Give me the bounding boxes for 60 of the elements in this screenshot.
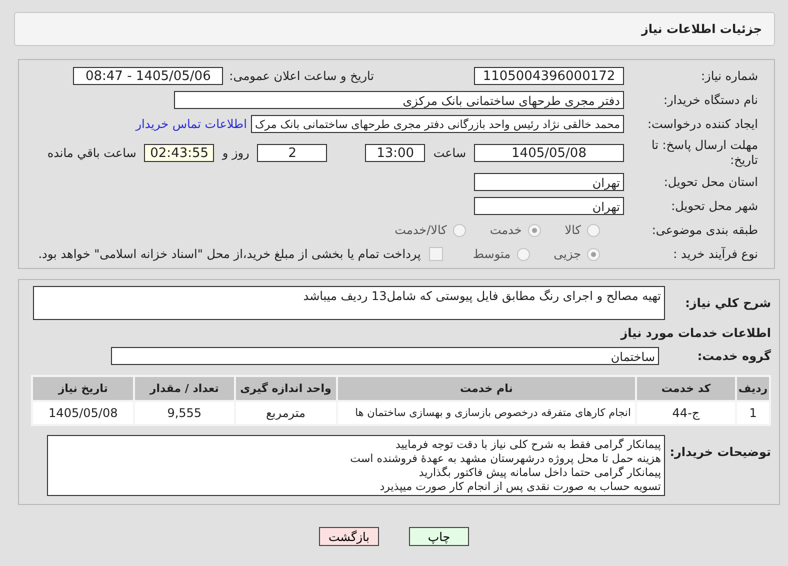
province-field: تهران xyxy=(474,173,624,191)
option-label: کالا xyxy=(564,223,581,237)
back-button[interactable]: بازگشت xyxy=(319,527,379,546)
column-header: تعداد / مقدار xyxy=(134,376,234,401)
radio-button[interactable] xyxy=(516,248,530,260)
time-label: ساعت xyxy=(433,146,466,160)
table-cell: 9,555 xyxy=(134,401,234,425)
description-field: تهیه مصالح و اجرای رنگ مطابق فایل پیوستی که شامل13 ردیف میباشد xyxy=(33,286,665,320)
checkbox[interactable] xyxy=(428,247,443,261)
note-line: پیمانکار گرامی حتما داخل سامانه پیش فاکتور بگذارید xyxy=(418,466,661,480)
option-label: کالا/خدمت xyxy=(394,223,447,237)
radio-button[interactable] xyxy=(587,248,600,260)
creator-field: محمد خالقی نژاد رئیس واحد بازرگانی دفتر مجری طرحهای ساختمانی بانک مرک xyxy=(250,115,624,133)
column-header: واحد اندازه گیری xyxy=(234,376,337,401)
column-header: نام خدمت xyxy=(336,376,636,401)
days-field: 2 xyxy=(257,144,328,162)
print-button[interactable]: چاپ xyxy=(409,527,469,546)
note-line: هزینه حمل تا محل پروژه درشهرستان مشهد به عهدهٔ فروشنده است xyxy=(349,452,661,466)
option-label: خدمت xyxy=(490,223,522,237)
page-title: جزئیات اطلاعات نیاز xyxy=(641,22,762,36)
table-cell: 1 xyxy=(736,401,770,425)
field-label: طبقه بندی موضوعی: xyxy=(650,223,759,237)
treasury-note: پرداخت تمام یا بخشی از مبلغ خرید،از محل "اسناد خزانه اسلامی" خواهد بود. xyxy=(38,247,421,261)
field-label: توضیحات خریدار: xyxy=(668,445,772,459)
buyer-contact-link[interactable]: اطلاعات تماس خریدار xyxy=(136,117,247,131)
service-group-field: ساختمان xyxy=(111,347,659,365)
note-line: پیمانکار گرامی فقط به شرح کلی نیاز با دقت توجه فرمایید xyxy=(394,438,661,452)
field-label: شماره نیاز: xyxy=(700,69,759,83)
radio-button[interactable] xyxy=(528,224,541,236)
city-field: تهران xyxy=(474,197,624,215)
table-cell: انجام کارهای متفرقه درخصوص بازسازی و بهسازی ساختمان ها xyxy=(336,401,636,425)
option-label: جزیی xyxy=(554,247,581,261)
field-label: گروه خدمت: xyxy=(696,349,772,363)
field-label: ایجاد کننده درخواست: xyxy=(646,117,759,131)
buyer-org-field: دفتر مجری طرحهای ساختمانی بانک مرکزی xyxy=(174,91,624,109)
field-label: استان محل تحویل: xyxy=(662,175,759,189)
section-title: اطلاعات خدمات مورد نیاز xyxy=(620,326,772,340)
field-label: نام دستگاه خریدار: xyxy=(662,93,759,107)
days-label: روز و xyxy=(222,146,250,160)
remaining-time-field: 02:43:55 xyxy=(144,144,214,162)
announce-date-field: 1405/05/06 - 08:47 xyxy=(73,67,224,85)
deadline-time-field: 13:00 xyxy=(365,144,426,162)
column-header: ردیف xyxy=(736,376,770,401)
table-cell: ج-44 xyxy=(636,401,736,425)
radio-button[interactable] xyxy=(452,224,466,236)
field-label: شهر محل تحویل: xyxy=(670,199,759,213)
table-cell: 1405/05/08 xyxy=(32,401,134,425)
option-label: متوسط xyxy=(472,247,511,261)
field-label: مهلت ارسال پاسخ: تا تاریخ: xyxy=(650,138,759,168)
table-cell: مترمربع xyxy=(234,401,337,425)
note-line: تسویه حساب به صورت نقدی پس از انجام کار صورت میپذیرد xyxy=(378,480,661,494)
remaining-label: ساعت باقي مانده xyxy=(47,146,136,160)
field-label: تاریخ و ساعت اعلان عمومی: xyxy=(229,69,374,83)
column-header: تاریخ نیاز xyxy=(32,376,134,401)
field-label: شرح کلي نیاز: xyxy=(684,296,772,310)
need-number-field: 1105004396000172 xyxy=(474,67,624,85)
radio-button[interactable] xyxy=(587,224,600,236)
column-header: کد خدمت xyxy=(636,376,736,401)
deadline-date-field: 1405/05/08 xyxy=(474,144,624,162)
field-label: نوع فرآیند خرید : xyxy=(672,247,759,261)
